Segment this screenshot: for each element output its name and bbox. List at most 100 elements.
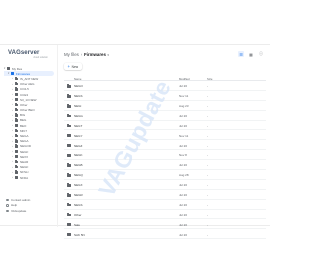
tree-item-label: IS_ANT NEW xyxy=(19,76,39,81)
file-name[interactable]: NEGX xyxy=(74,183,83,187)
table-row[interactable]: NEGT Jul 20 - xyxy=(64,121,266,131)
file-name[interactable]: NEGY xyxy=(74,134,83,138)
side-link-label: VAGupdate xyxy=(10,208,27,213)
tree-item-label: My files xyxy=(11,66,23,71)
folder-icon xyxy=(15,123,19,127)
tree-item-label: NFDA xyxy=(19,175,29,180)
table-row[interactable]: NEGR Jul 20 - xyxy=(64,190,266,200)
table-row[interactable]: NEGQ Aug 28 - xyxy=(64,170,266,180)
list-view-icon[interactable]: ☰ xyxy=(238,51,244,57)
file-modified: Jul 20 xyxy=(179,183,188,188)
toolbar: ☰ ▦ ⓘ xyxy=(234,51,264,57)
tree-item[interactable]: › NFDA xyxy=(4,175,54,180)
file-name[interactable]: NEGO xyxy=(74,84,83,88)
file-size: - xyxy=(207,153,208,158)
breadcrumb-root[interactable]: My files xyxy=(64,52,79,57)
file-name[interactable]: NEGZ xyxy=(74,144,82,148)
file-name[interactable]: Sale xyxy=(74,223,80,227)
folder-icon xyxy=(15,165,19,169)
info-icon[interactable]: ⓘ xyxy=(258,51,264,57)
folder-icon xyxy=(67,123,71,128)
file-modified: Jul 20 xyxy=(179,202,188,207)
tree-item-label: Other BEO xyxy=(19,108,35,113)
folder-icon xyxy=(7,66,11,70)
folder-icon xyxy=(67,193,71,197)
file-name[interactable]: NEGI xyxy=(74,104,81,108)
folder-icon xyxy=(11,71,15,76)
column-header-modified[interactable]: Modified xyxy=(179,77,190,81)
folder-icon xyxy=(67,143,71,148)
folder-icon xyxy=(15,97,19,102)
table-row[interactable]: SAK 5N Jul 20 - xyxy=(64,229,266,240)
table-row[interactable]: NEGS Nov 11 - xyxy=(64,91,266,101)
folder-icon xyxy=(67,163,71,167)
file-modified: Jul 20 xyxy=(179,163,188,168)
vagupdate-icon xyxy=(6,209,9,213)
table-row[interactable]: NEGI Aug 23 - xyxy=(64,101,266,111)
file-name[interactable]: NEGQ xyxy=(74,173,83,177)
file-modified: Nov 11 xyxy=(179,133,189,138)
file-size: - xyxy=(207,103,208,108)
file-name[interactable]: NEGK xyxy=(74,153,83,157)
file-name[interactable]: NEGS xyxy=(74,203,83,207)
folder-icon xyxy=(15,160,19,164)
sidebar: VAGserver cloud solution ▾ My files ▾ Fi… xyxy=(0,45,56,227)
column-header-size[interactable]: Size xyxy=(207,77,212,81)
folder-icon xyxy=(15,108,19,112)
file-name[interactable]: SAK 5N xyxy=(74,233,85,237)
table-row[interactable]: NEGG Jul 20 - xyxy=(64,111,266,121)
column-header-name[interactable]: Name xyxy=(74,77,81,81)
table-row[interactable]: NEGX Jul 20 - xyxy=(64,180,266,190)
file-size: - xyxy=(207,192,208,197)
table-row[interactable]: Sale Jul 20 - xyxy=(64,219,266,230)
sidebar-footer: Contact admin Help VAGupdate xyxy=(6,197,54,214)
table-row[interactable]: NEGS Jul 20 - xyxy=(64,200,266,210)
tree-item-label: Other AEG xyxy=(19,82,35,87)
file-modified: Jul 20 xyxy=(179,212,188,217)
file-name[interactable]: Other xyxy=(74,213,82,217)
tree-item-label: NFSLI xyxy=(19,170,29,175)
new-button[interactable]: + New xyxy=(64,63,82,70)
table-row[interactable]: NEGK Nov 8 - xyxy=(64,150,266,161)
folder-icon xyxy=(67,183,71,187)
file-modified: Nov 11 xyxy=(179,94,189,99)
folder-icon xyxy=(67,232,71,237)
folder-icon xyxy=(15,82,19,86)
tree-item-label: Firmwares xyxy=(15,71,30,76)
file-name[interactable]: NEGS xyxy=(74,94,83,98)
vagupdate-link[interactable]: VAGupdate xyxy=(6,208,54,214)
tree-item-label: NEGOD xyxy=(19,144,31,149)
help-icon xyxy=(6,204,9,207)
table-row[interactable]: Other Jul 20 - xyxy=(64,210,266,220)
file-modified: Jul 20 xyxy=(179,222,188,227)
file-size: - xyxy=(207,232,208,237)
file-name[interactable]: NEGG xyxy=(74,114,83,118)
table-row[interactable]: NEGZ Jul 20 - xyxy=(64,140,266,151)
app-logo[interactable]: VAGserver cloud solution xyxy=(8,50,54,62)
file-name[interactable]: NEGR xyxy=(74,193,83,197)
folder-icon xyxy=(15,134,19,138)
folder-icon xyxy=(15,113,19,117)
folder-icon xyxy=(15,139,19,143)
table-row[interactable]: NEGB Jul 20 - xyxy=(64,160,266,171)
chevron-right-icon: › xyxy=(80,52,83,57)
folder-icon xyxy=(67,84,71,88)
tree-item-label: Other xyxy=(19,102,28,107)
tree-item-label: CO2-5 xyxy=(19,87,29,92)
file-name[interactable]: NEGB xyxy=(74,163,83,167)
tree-item-label: BEO xyxy=(19,123,27,128)
table-row[interactable]: NEGO Jul 20 - xyxy=(64,81,266,91)
grid-view-icon[interactable]: ▦ xyxy=(248,51,254,57)
folder-icon xyxy=(67,114,71,118)
table-row[interactable]: NEGY Nov 11 - xyxy=(64,130,266,141)
tree-item-label: NEGF xyxy=(19,149,29,154)
file-size: - xyxy=(207,202,208,207)
breadcrumb-current[interactable]: Firmwares xyxy=(84,52,106,57)
file-size: - xyxy=(207,94,208,99)
file-size: - xyxy=(207,163,208,168)
file-name[interactable]: NEGT xyxy=(74,124,82,128)
folder-icon xyxy=(15,92,19,96)
file-modified: Aug 23 xyxy=(179,103,189,108)
file-size: - xyxy=(207,143,208,148)
chevron-down-icon[interactable]: ▾ xyxy=(107,53,109,57)
